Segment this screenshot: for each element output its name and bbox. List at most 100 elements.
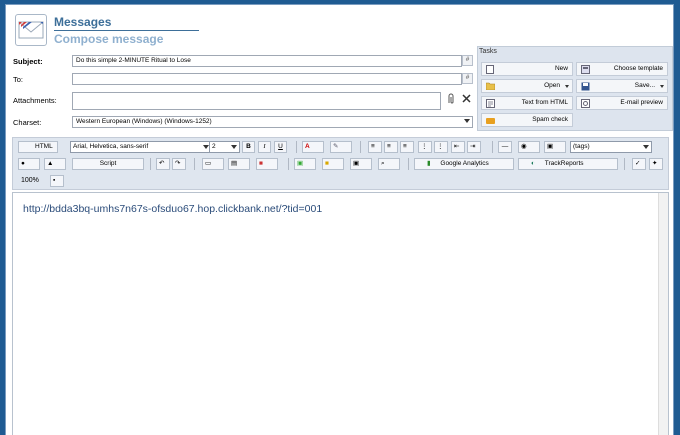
envelope-icon [15,14,47,46]
attachments-label: Attachments: [13,96,57,105]
new-button[interactable]: New [481,62,573,76]
disk-icon: ▪ [53,177,56,184]
chevron-down-icon [643,145,649,149]
to-field[interactable] [72,73,462,85]
tags-value: (tags) [573,143,590,150]
outdent-button[interactable]: ⇤ [451,141,465,153]
font-family-value: Arial, Helvetica, sans-serif [73,143,149,150]
note-icon: ■ [325,160,329,167]
highlight-button[interactable]: ✎ [330,141,352,153]
outdent-icon: ⇤ [454,143,460,150]
to-options-button[interactable]: # [462,73,473,84]
save-dropdown-icon [660,85,664,88]
toolbar-separator [624,158,625,170]
italic-button[interactable]: I [258,141,271,153]
subject-options-button[interactable]: # [462,55,473,66]
new-button-label: New [554,65,568,72]
bullet-list-button[interactable]: ⋮ [418,141,432,153]
bullet-list-icon: ⋮ [421,143,428,150]
indent-icon: ⇥ [470,143,476,150]
numbered-list-button[interactable]: ⋮ [434,141,448,153]
redo-icon: ↷ [175,160,181,167]
spam-check-label: Spam check [532,116,568,123]
new-document-icon [486,65,494,74]
email-preview-button[interactable]: E-mail preview [576,96,668,110]
insert-media-button[interactable]: ▣ [350,158,372,170]
open-button[interactable]: Open [481,79,573,93]
save-draft-button[interactable]: ▪ [50,175,64,187]
paperclip-icon[interactable] [446,93,456,105]
save-button[interactable]: Save... [576,79,668,93]
insert-picture-button[interactable]: ▣ [294,158,316,170]
chevron-down-icon [464,119,470,123]
page-subtitle: Compose message [54,32,164,46]
spam-check-button[interactable]: Spam check [481,113,573,127]
text-from-html-label: Text from HTML [521,99,568,106]
subject-field[interactable]: Do this simple 2-MINUTE Ritual to Lose [72,55,462,67]
personalize-button[interactable]: ● [18,158,40,170]
charset-value: Western European (Windows) (Windows-1252… [76,118,212,125]
format-icon: ▲ [47,160,54,167]
text-from-html-button[interactable]: Text from HTML [481,96,573,110]
align-right-button[interactable]: ≡ [400,141,414,153]
font-size-value: 2 [212,143,216,150]
image-icon: ▣ [547,143,554,150]
zoom-level[interactable]: 100% [21,177,39,184]
underline-button[interactable]: U [274,141,287,153]
script-label: Script [99,160,117,167]
undo-button[interactable]: ↶ [156,158,170,170]
redo-button[interactable]: ↷ [172,158,186,170]
remove-attachment-icon[interactable] [461,93,472,104]
spell-check-button[interactable]: ✓ [632,158,646,170]
google-analytics-button[interactable]: ▮ Google Analytics [414,158,514,170]
align-center-button[interactable]: ≡ [384,141,398,153]
save-button-label: Save... [634,82,655,89]
floppy-disk-icon [581,82,590,91]
insert-link-button[interactable]: ◉ [518,141,540,153]
title-divider [54,30,199,31]
spam-check-icon [486,116,495,125]
choose-template-button[interactable]: Choose template [576,62,668,76]
charset-label: Charset: [13,118,42,127]
indent-button[interactable]: ⇥ [467,141,481,153]
align-left-icon: ≡ [371,143,375,150]
insert-note-button[interactable]: ■ [322,158,344,170]
social-icon: ■ [259,160,263,167]
preview-icon [581,99,590,108]
html-mode-label: HTML [35,143,53,150]
horizontal-rule-icon: — [501,143,509,150]
message-editor[interactable]: http://bdda3bq-umhs7n67s-ofsduo67.hop.cl… [12,192,669,435]
google-analytics-label: Google Analytics [440,160,489,167]
charset-select[interactable]: Western European (Windows) (Windows-1252… [72,116,473,128]
track-reports-icon: ◐ [531,160,535,167]
toolbar-separator [150,158,151,170]
settings-button[interactable]: ✦ [649,158,663,170]
font-size-select[interactable]: 2 [209,141,240,153]
bold-button[interactable]: B [242,141,255,153]
highlighter-icon: ✎ [333,143,339,150]
html-mode-button[interactable]: HTML [18,141,58,153]
insert-form-button[interactable]: ▤ [228,158,250,170]
font-family-select[interactable]: Arial, Helvetica, sans-serif [70,141,212,153]
analytics-chart-icon: ▮ [427,160,431,167]
email-preview-label: E-mail preview [620,99,663,106]
attachments-field[interactable] [72,92,441,110]
to-label: To: [13,75,24,84]
tasks-label: Tasks [479,48,497,55]
find-button[interactable]: ⌕ [378,158,400,170]
social-share-button[interactable]: ■ [256,158,278,170]
tags-select[interactable]: (tags) [570,141,652,153]
align-center-icon: ≡ [387,143,391,150]
editor-scrollbar[interactable] [658,193,668,435]
text-color-button[interactable]: A [302,141,324,153]
format-button[interactable]: ▲ [44,158,66,170]
track-reports-label: TrackReports [544,160,584,167]
editor-content[interactable]: http://bdda3bq-umhs7n67s-ofsduo67.hop.cl… [23,203,322,215]
insert-image-button[interactable]: ▣ [544,141,566,153]
horizontal-rule-button[interactable]: — [498,141,512,153]
script-button[interactable]: Script [72,158,144,170]
insert-table-button[interactable]: ▭ [202,158,224,170]
align-left-button[interactable]: ≡ [368,141,382,153]
subject-label: Subject: [13,57,43,66]
track-reports-button[interactable]: ◐ TrackReports [518,158,618,170]
